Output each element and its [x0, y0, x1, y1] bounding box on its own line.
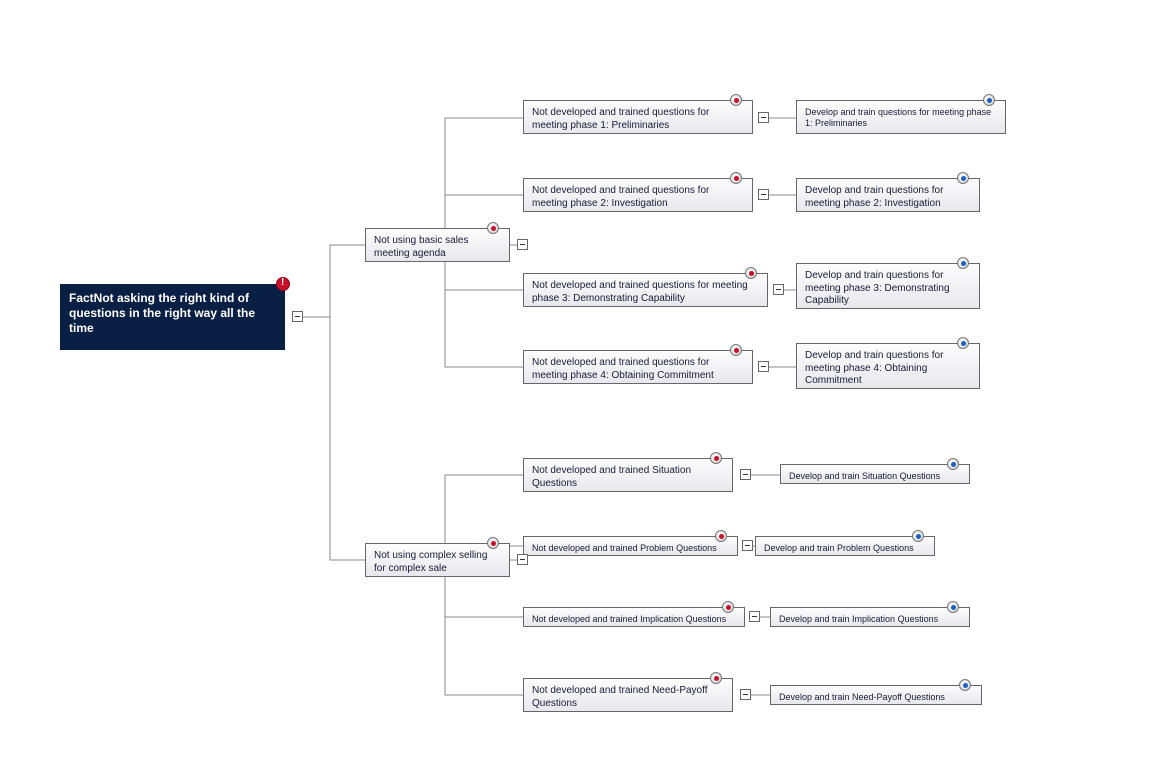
blue-dot-icon — [959, 679, 971, 691]
action-label: Develop and train questions for meeting … — [805, 350, 943, 386]
child-node[interactable]: Not developed and trained Problem Questi… — [523, 536, 738, 556]
action-label: Develop and train Situation Questions — [789, 471, 940, 481]
red-dot-icon — [710, 452, 722, 464]
child-label: Not developed and trained Need-Payoff Qu… — [532, 685, 708, 709]
blue-dot-icon — [983, 94, 995, 106]
child-label: Not developed and trained Problem Questi… — [532, 543, 717, 553]
red-dot-icon — [487, 222, 499, 234]
child-node[interactable]: Not developed and trained Need-Payoff Qu… — [523, 678, 733, 712]
red-dot-icon — [730, 172, 742, 184]
branch-label: Not using complex selling for complex sa… — [374, 550, 487, 574]
diagram-canvas: FactNot asking the right kind of questio… — [0, 0, 1150, 770]
collapse-toggle[interactable] — [773, 284, 784, 295]
root-label: FactNot asking the right kind of questio… — [69, 291, 255, 335]
action-node[interactable]: Develop and train Implication Questions — [770, 607, 970, 627]
blue-dot-icon — [957, 257, 969, 269]
collapse-toggle[interactable] — [517, 239, 528, 250]
child-label: Not developed and trained Situation Ques… — [532, 465, 691, 489]
action-node[interactable]: Develop and train questions for meeting … — [796, 100, 1006, 134]
collapse-toggle[interactable] — [740, 689, 751, 700]
child-node[interactable]: Not developed and trained questions for … — [523, 100, 753, 134]
red-dot-icon — [730, 94, 742, 106]
action-node[interactable]: Develop and train Situation Questions — [780, 464, 970, 484]
collapse-toggle[interactable] — [749, 611, 760, 622]
child-label: Not developed and trained Implication Qu… — [532, 614, 726, 624]
blue-dot-icon — [957, 337, 969, 349]
alert-icon — [276, 277, 290, 291]
branch-label: Not using basic sales meeting agenda — [374, 235, 469, 259]
red-dot-icon — [487, 537, 499, 549]
blue-dot-icon — [947, 458, 959, 470]
child-label: Not developed and trained questions for … — [532, 280, 748, 304]
collapse-toggle[interactable] — [292, 311, 303, 322]
action-label: Develop and train questions for meeting … — [805, 270, 950, 306]
action-label: Develop and train questions for meeting … — [805, 107, 991, 128]
collapse-toggle[interactable] — [740, 469, 751, 480]
action-node[interactable]: Develop and train questions for meeting … — [796, 343, 980, 389]
red-dot-icon — [745, 267, 757, 279]
root-node[interactable]: FactNot asking the right kind of questio… — [60, 284, 285, 350]
child-node[interactable]: Not developed and trained questions for … — [523, 178, 753, 212]
collapse-toggle[interactable] — [758, 112, 769, 123]
child-node[interactable]: Not developed and trained Implication Qu… — [523, 607, 745, 627]
action-node[interactable]: Develop and train questions for meeting … — [796, 178, 980, 212]
red-dot-icon — [722, 601, 734, 613]
action-label: Develop and train Need-Payoff Questions — [779, 692, 945, 702]
child-label: Not developed and trained questions for … — [532, 185, 709, 209]
red-dot-icon — [715, 530, 727, 542]
child-node[interactable]: Not developed and trained questions for … — [523, 350, 753, 384]
blue-dot-icon — [912, 530, 924, 542]
action-label: Develop and train Implication Questions — [779, 614, 938, 624]
collapse-toggle[interactable] — [742, 540, 753, 551]
action-label: Develop and train Problem Questions — [764, 543, 914, 553]
child-label: Not developed and trained questions for … — [532, 357, 714, 381]
child-label: Not developed and trained questions for … — [532, 107, 709, 131]
child-node[interactable]: Not developed and trained Situation Ques… — [523, 458, 733, 492]
blue-dot-icon — [947, 601, 959, 613]
action-node[interactable]: Develop and train questions for meeting … — [796, 263, 980, 309]
branch-node[interactable]: Not using complex selling for complex sa… — [365, 543, 510, 577]
red-dot-icon — [730, 344, 742, 356]
red-dot-icon — [710, 672, 722, 684]
action-node[interactable]: Develop and train Need-Payoff Questions — [770, 685, 982, 705]
collapse-toggle[interactable] — [517, 554, 528, 565]
action-label: Develop and train questions for meeting … — [805, 185, 943, 209]
child-node[interactable]: Not developed and trained questions for … — [523, 273, 768, 307]
branch-node[interactable]: Not using basic sales meeting agenda — [365, 228, 510, 262]
collapse-toggle[interactable] — [758, 361, 769, 372]
collapse-toggle[interactable] — [758, 189, 769, 200]
action-node[interactable]: Develop and train Problem Questions — [755, 536, 935, 556]
blue-dot-icon — [957, 172, 969, 184]
